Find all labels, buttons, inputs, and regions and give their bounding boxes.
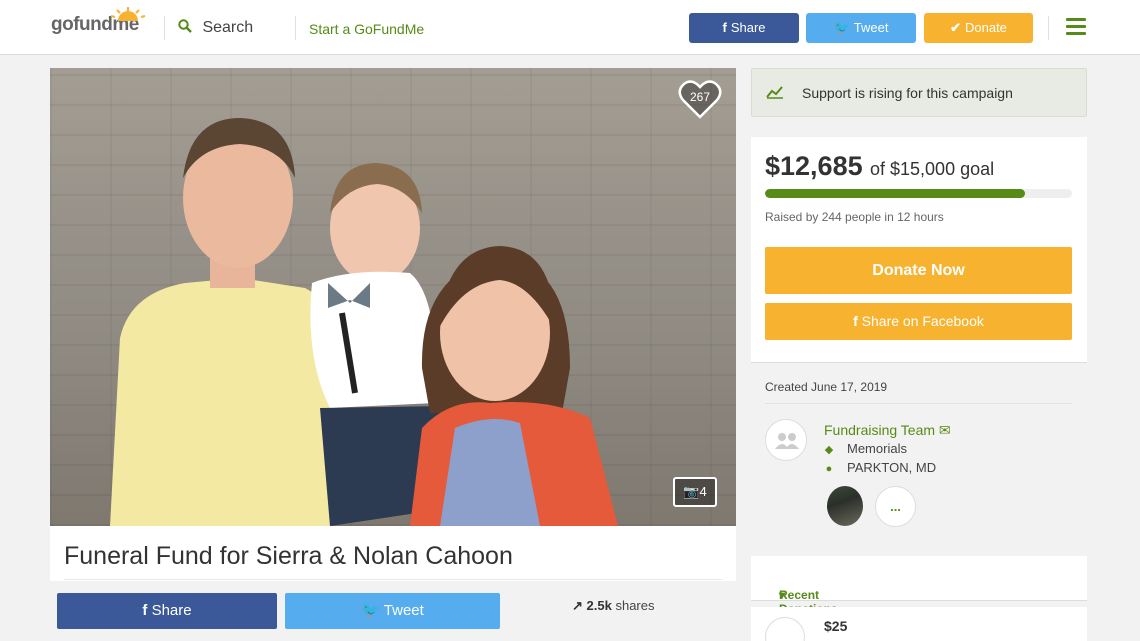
progress-bar <box>765 189 1072 198</box>
share-label: Share <box>730 20 766 35</box>
progress-fill <box>765 189 1025 198</box>
family-photo-illustration <box>110 118 618 526</box>
top-navigation: gofundme Search Start a GoFundMe f Share … <box>0 0 1140 55</box>
tweet-label: Tweet <box>853 20 889 35</box>
twitter-icon: 🐦 <box>833 20 850 35</box>
trend-chart-icon <box>766 86 783 99</box>
rising-notice: Support is rising for this campaign <box>751 68 1087 117</box>
donate-label: Donate <box>964 20 1007 35</box>
envelope-icon[interactable]: ✉ <box>939 422 951 438</box>
share-label: Share <box>151 602 192 619</box>
donate-now-button[interactable]: Donate Now <box>765 247 1072 294</box>
team-avatar[interactable] <box>765 419 807 461</box>
divider <box>64 579 722 580</box>
sun-icon <box>110 7 146 21</box>
donation-item: $25 <box>751 607 1087 641</box>
share-on-facebook-button[interactable]: f Share on Facebook <box>765 303 1072 340</box>
team-icon <box>775 433 799 449</box>
team-name: Fundraising Team <box>824 422 936 438</box>
share-facebook-button[interactable]: f Share <box>57 593 277 629</box>
donation-summary-card: $12,685 of $15,000 goal Raised by 244 pe… <box>751 137 1087 363</box>
share-facebook-label: Share on Facebook <box>861 313 984 329</box>
photo-count: 4 <box>699 484 707 499</box>
start-gofundme-link[interactable]: Start a GoFundMe <box>309 21 424 37</box>
search-link[interactable]: Search <box>178 19 253 37</box>
gofundme-logo[interactable]: gofundme <box>51 7 146 36</box>
share-count: ↗ 2.5k shares <box>572 598 655 614</box>
checkmark-icon: ✔ <box>950 20 961 35</box>
trending-icon: ↗ <box>572 598 583 613</box>
tag-icon: ◆ <box>824 444 834 456</box>
camera-icon: 📷 <box>683 484 700 499</box>
donor-avatar <box>765 617 805 641</box>
heart-count: 267 <box>689 90 711 104</box>
facebook-icon: f <box>722 20 727 35</box>
photo-gallery-button[interactable]: 📷4 <box>673 477 717 507</box>
team-location: ● PARKTON, MD <box>824 460 936 475</box>
team-name-link[interactable]: Fundraising Team ✉ <box>824 422 951 439</box>
divider <box>765 403 1072 404</box>
divider <box>164 16 165 40</box>
campaign-title: Funeral Fund for Sierra & Nolan Cahoon <box>64 542 513 570</box>
search-icon <box>178 19 192 33</box>
raised-by-text: Raised by 244 people in 12 hours <box>765 210 944 224</box>
twitter-icon: 🐦 <box>361 602 380 619</box>
location-pin-icon: ● <box>825 463 833 475</box>
tweet-label: Tweet <box>383 602 424 619</box>
recent-donations-toggle[interactable]: Recent Donations ▾ <box>751 556 1087 616</box>
divider <box>1048 16 1049 40</box>
heart-counter[interactable]: 267 <box>678 78 722 120</box>
goal-text: of $15,000 goal <box>870 159 995 179</box>
location-text: PARKTON, MD <box>847 460 937 475</box>
search-label: Search <box>202 19 254 36</box>
category-text: Memorials <box>847 441 907 456</box>
caret-down-icon: ▾ <box>779 588 786 602</box>
amount-raised: $12,685 <box>765 151 863 181</box>
header-share-button[interactable]: f Share <box>689 13 799 43</box>
campaign-title-card: Funeral Fund for Sierra & Nolan Cahoon <box>50 526 736 581</box>
created-date: Created June 17, 2019 <box>765 380 888 394</box>
campaign-photo[interactable]: 267 📷4 <box>50 68 736 526</box>
team-member-avatar[interactable] <box>827 486 863 526</box>
facebook-icon: f <box>142 602 148 619</box>
divider <box>295 16 296 40</box>
rising-text: Support is rising for this campaign <box>802 85 1013 101</box>
more-members-button[interactable]: ... <box>875 486 916 527</box>
donation-amount: $25 <box>824 618 848 634</box>
shares-suffix: shares <box>615 598 655 613</box>
hamburger-menu-icon[interactable] <box>1066 18 1086 36</box>
facebook-icon: f <box>853 313 858 329</box>
header-tweet-button[interactable]: 🐦 Tweet <box>806 13 916 43</box>
header-donate-button[interactable]: ✔ Donate <box>924 13 1033 43</box>
team-category: ◆ Memorials <box>824 441 907 456</box>
tweet-button[interactable]: 🐦 Tweet <box>285 593 500 629</box>
shares-number: 2.5k <box>586 598 612 613</box>
